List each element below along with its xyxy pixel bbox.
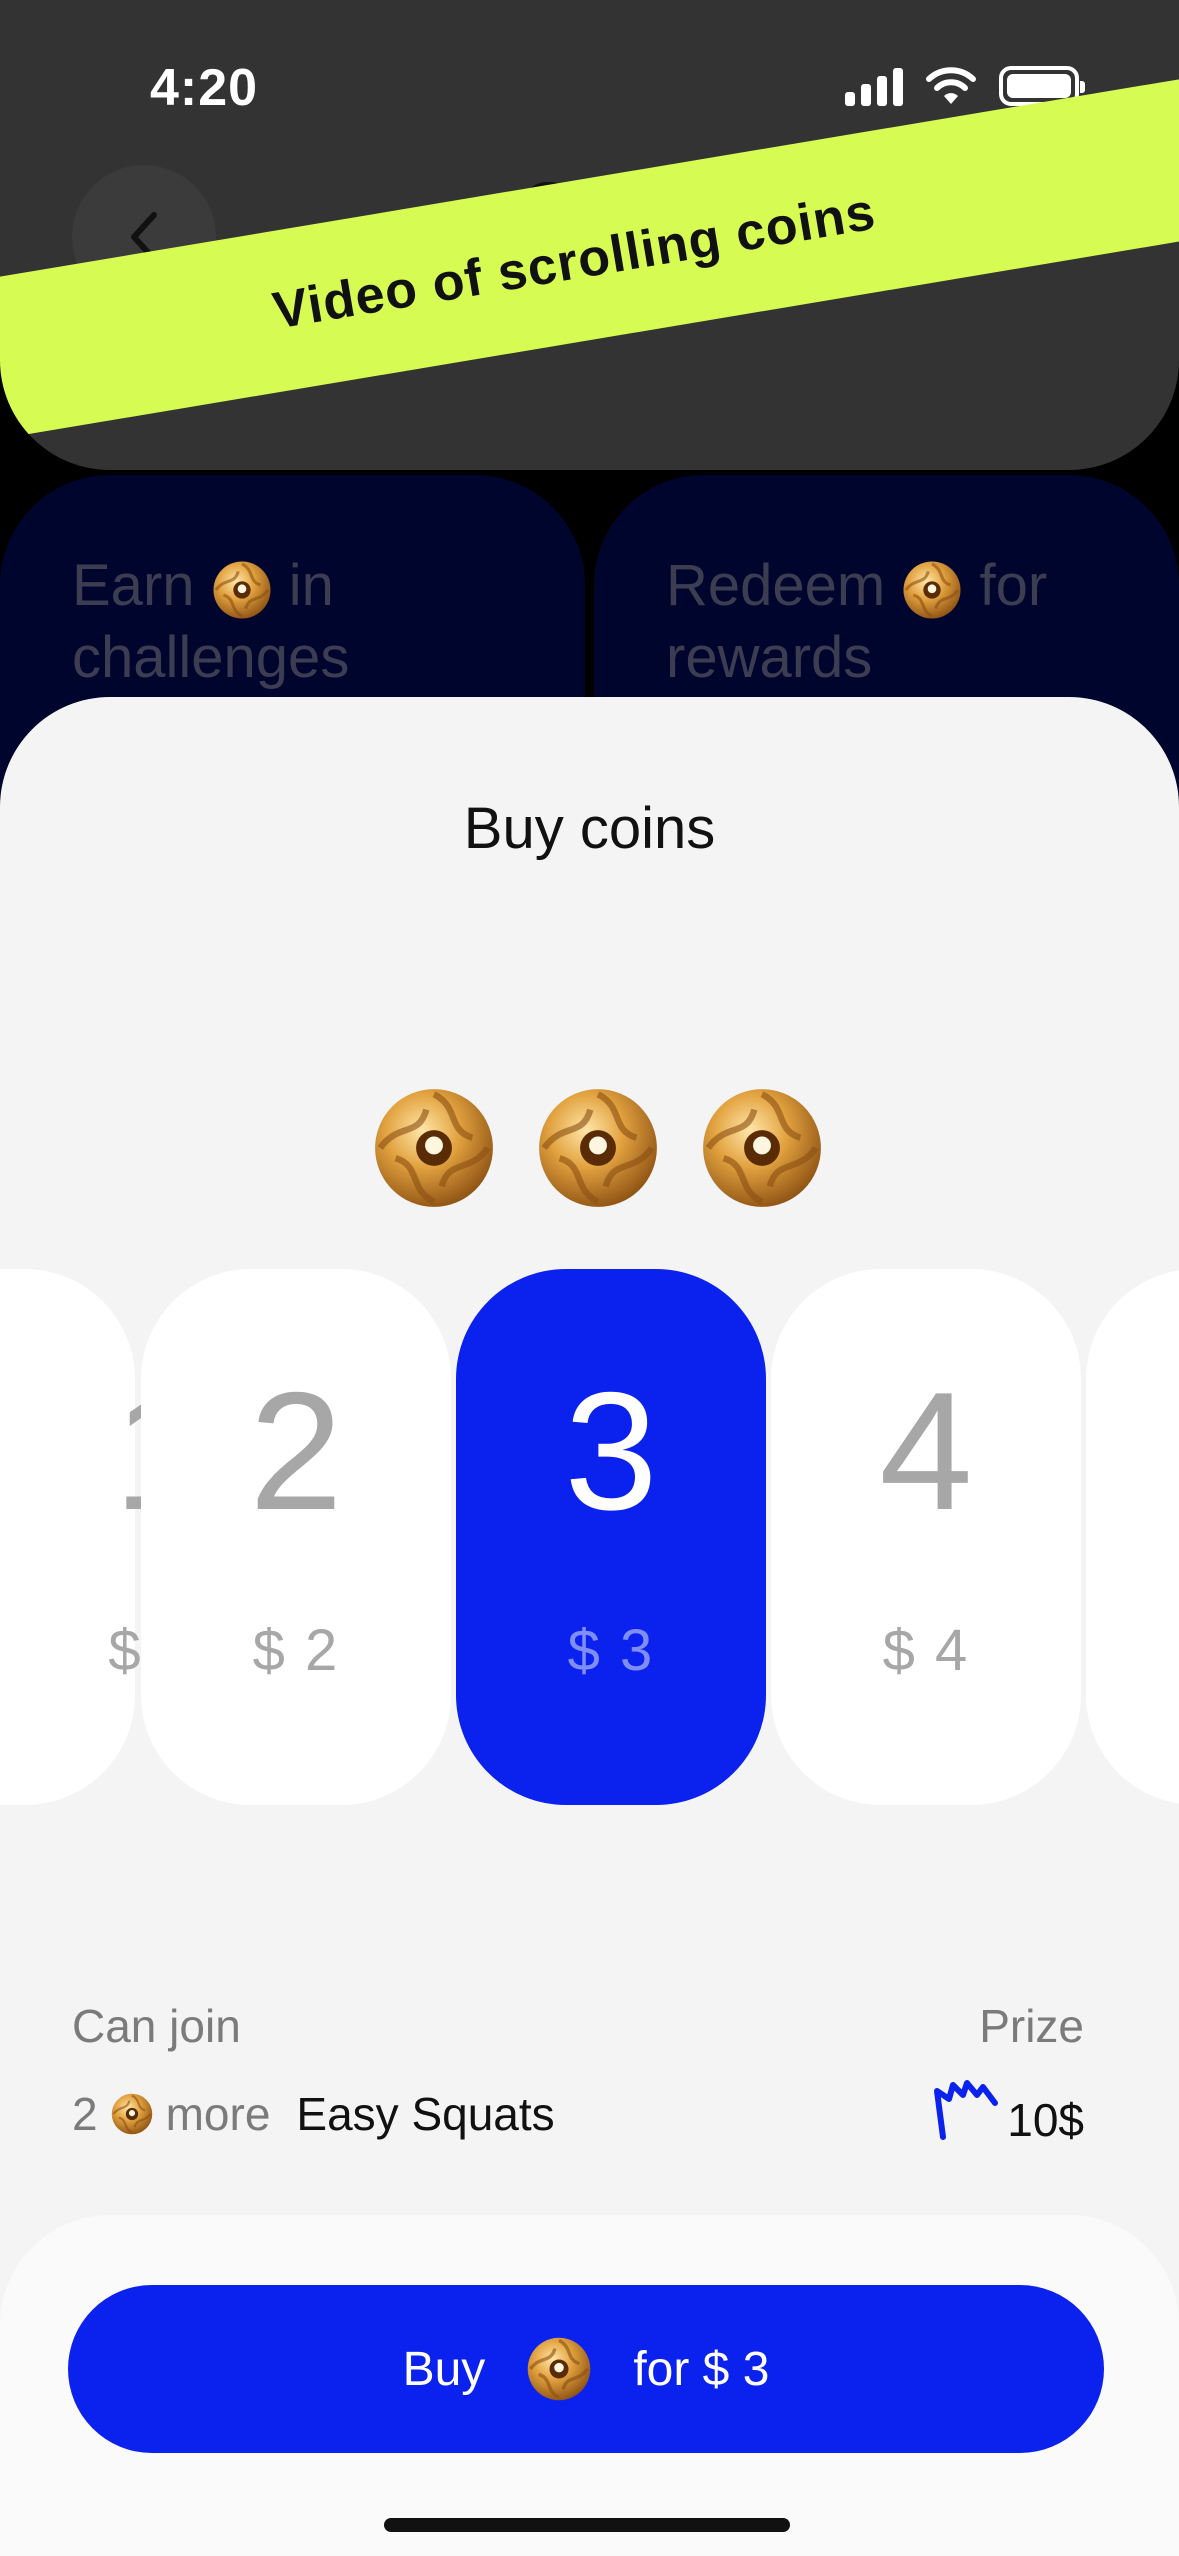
coins-preview [370,1080,826,1216]
coin-icon [110,2090,154,2138]
signal-icon [845,66,903,106]
screen: 4:20 0 Video of scrolling coins E [0,0,1179,2556]
status-icons [845,66,1085,106]
join-row: 2 more Easy Squats [72,2087,555,2141]
amount-option[interactable] [1086,1269,1179,1805]
buy-suffix: for $ 3 [633,2342,770,2396]
home-indicator[interactable] [384,2518,790,2532]
banner-text: Video of scrolling coins [268,182,880,341]
earn-label: Earn [72,553,195,618]
amount-number: 4 [879,1357,973,1545]
amount-number: 3 [564,1357,658,1545]
prize-label: Prize [979,2000,1084,2052]
join-count: 2 [72,2088,98,2140]
coin-icon [901,559,963,621]
buy-prefix: Buy [402,2342,486,2396]
amount-option[interactable]: 1 $ 1 [0,1269,207,1805]
earn-suffix: in [288,553,334,618]
redeem-suffix: for [979,553,1048,618]
coin-icon [525,2333,593,2405]
buy-coins-sheet: Buy coins 1 $ 1 2 $ 2 3 $ 3 4 $ 4 [0,697,1179,2556]
join-more: more [165,2088,271,2140]
amount-price: $ 2 [252,1618,340,1683]
coin-icon [534,1080,662,1216]
coin-icon [370,1080,498,1216]
prize-value: 10$ [1007,2094,1084,2146]
sheet-title: Buy coins [463,796,716,861]
scribble-icon [934,2080,999,2140]
wifi-icon [926,67,976,104]
redeem-line2: rewards [666,625,873,690]
buy-button[interactable]: Buy for $ 3 [68,2285,1104,2453]
amount-picker[interactable]: 1 $ 1 2 $ 2 3 $ 3 4 $ 4 [0,1269,1179,1805]
coin-icon [698,1080,826,1216]
coin-icon [211,559,273,621]
amount-option[interactable]: 4 $ 4 [771,1269,1081,1805]
amount-price: $ 4 [882,1618,970,1683]
challenge-name[interactable]: Easy Squats [296,2087,554,2141]
amount-option[interactable]: 2 $ 2 [141,1269,451,1805]
header: 4:20 0 Video of scrolling coins [0,0,1179,470]
amount-price: $ 3 [567,1618,655,1683]
redeem-label: Redeem [666,553,886,618]
amount-number: 2 [249,1357,343,1545]
earn-line2: challenges [72,625,350,690]
can-join-label: Can join [72,2000,241,2052]
amount-option-selected[interactable]: 3 $ 3 [456,1269,766,1805]
buy-area: Buy for $ 3 [0,2215,1179,2556]
status-time: 4:20 [150,59,259,117]
prize-row: 10$ [933,2077,1084,2147]
